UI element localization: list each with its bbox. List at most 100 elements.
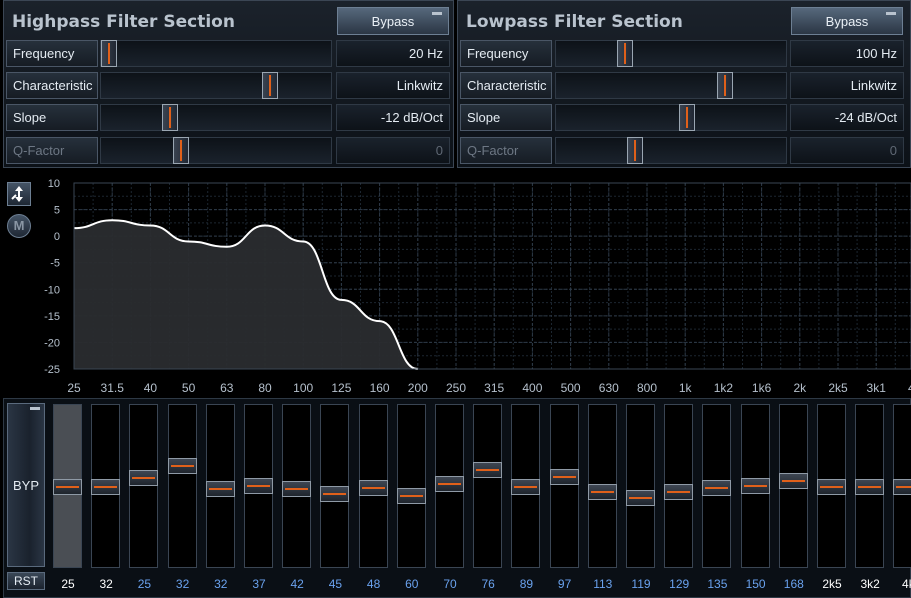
eq-band-slider[interactable] xyxy=(167,404,197,568)
bypass-led-icon xyxy=(30,407,40,410)
eq-band-slider[interactable] xyxy=(778,404,808,568)
eq-band-thumb[interactable] xyxy=(893,479,911,495)
eq-band-thumb[interactable] xyxy=(817,479,846,495)
bypass-led-icon xyxy=(886,12,896,15)
eq-band-thumb[interactable] xyxy=(702,480,732,497)
eq-band-label: 42 xyxy=(290,577,304,591)
eq-band-label: 32 xyxy=(99,577,113,591)
eq-band-slider[interactable] xyxy=(129,404,159,568)
eq-band-slider[interactable] xyxy=(702,404,732,568)
eq-band-slider[interactable] xyxy=(91,404,121,568)
frequency-response-graph: 1050-5-10-15-20-2525 31.5 40 50 63 80 100 125 16… xyxy=(44,178,911,395)
lowpass-row-value: -24 dB/Oct xyxy=(790,104,904,131)
eq-band-thumb[interactable] xyxy=(855,479,885,495)
eq-band-thumb[interactable] xyxy=(511,479,541,495)
eq-band-thumb[interactable] xyxy=(473,462,503,479)
eq-band-slider[interactable] xyxy=(549,404,579,568)
eq-band-thumb[interactable] xyxy=(167,458,197,474)
slider-thumb[interactable] xyxy=(617,40,633,67)
eq-band-slider[interactable] xyxy=(53,404,82,568)
eq-band-thumb[interactable] xyxy=(740,477,770,494)
highpass-row-label: Characteristic xyxy=(6,72,98,99)
highpass-row-slider[interactable] xyxy=(100,72,332,99)
lowpass-row-slider[interactable] xyxy=(555,72,787,99)
eq-band-slider[interactable] xyxy=(817,404,846,568)
eq-band-thumb[interactable] xyxy=(282,480,312,497)
eq-band-thumb[interactable] xyxy=(129,470,159,486)
eq-band-label: 32 xyxy=(175,577,190,591)
eq-band-slider[interactable] xyxy=(358,404,388,568)
eq-band-thumb[interactable] xyxy=(205,480,235,497)
eq-band-thumb[interactable] xyxy=(549,469,579,486)
eq-band-thumb[interactable] xyxy=(435,476,464,492)
eq-band-label: 48 xyxy=(366,577,381,591)
slider-thumb[interactable] xyxy=(679,104,695,131)
highpass-row-label: Q-Factor xyxy=(6,137,98,164)
eq-band-thumb[interactable] xyxy=(91,479,121,495)
eq-band-slider[interactable] xyxy=(740,404,770,568)
eq-reset-button[interactable]: RST xyxy=(7,572,45,590)
lowpass-bypass-label: Bypass xyxy=(825,14,869,29)
x-tick-label: 50 xyxy=(182,381,196,395)
eq-band-slider[interactable] xyxy=(626,404,655,568)
eq-band-label: 129 xyxy=(669,577,690,591)
eq-band-label: 97 xyxy=(557,577,572,591)
eq-band-slider[interactable] xyxy=(244,404,273,568)
highpass-row-value: 0 xyxy=(336,137,450,164)
eq-band-label: 2k5 xyxy=(822,577,842,591)
bypass-led-icon xyxy=(432,12,442,15)
highpass-row-value: Linkwitz xyxy=(336,72,450,99)
slider-thumb[interactable] xyxy=(262,72,278,99)
eq-band-label: 76 xyxy=(481,577,495,591)
eq-band-label: 37 xyxy=(252,577,266,591)
eq-bypass-button[interactable]: BYP xyxy=(7,403,45,567)
highpass-bypass-label: Bypass xyxy=(371,14,415,29)
eq-band-slider[interactable] xyxy=(893,404,911,568)
slider-thumb[interactable] xyxy=(162,104,178,131)
eq-band-thumb[interactable] xyxy=(778,473,808,489)
lowpass-row-slider[interactable] xyxy=(555,104,787,131)
x-tick-label: 2k xyxy=(793,381,807,395)
eq-band-slider[interactable] xyxy=(664,404,694,568)
highpass-bypass-button[interactable]: Bypass xyxy=(337,7,449,35)
eq-band-slider[interactable] xyxy=(396,404,426,568)
eq-band-slider[interactable] xyxy=(320,404,350,568)
eq-band-thumb[interactable] xyxy=(396,488,426,504)
slider-thumb[interactable] xyxy=(101,40,117,67)
lowpass-row-label: Frequency xyxy=(460,40,552,67)
highpass-row-slider[interactable] xyxy=(100,40,332,67)
y-tick-label: -5 xyxy=(50,258,60,270)
eq-band-label: 168 xyxy=(783,577,804,591)
eq-band-thumb[interactable] xyxy=(664,484,694,501)
eq-band-thumb[interactable] xyxy=(244,477,273,494)
x-tick-label: 250 xyxy=(446,381,466,395)
x-tick-label: 1k2 xyxy=(714,381,734,395)
eq-band-slider[interactable] xyxy=(205,404,235,568)
eq-band-thumb[interactable] xyxy=(587,483,617,500)
eq-band-thumb[interactable] xyxy=(626,489,655,506)
slider-thumb[interactable] xyxy=(717,72,733,99)
x-tick-label: 500 xyxy=(561,381,581,395)
eq-band-slider[interactable] xyxy=(282,404,312,568)
eq-band-slider[interactable] xyxy=(587,404,617,568)
eq-band-slider[interactable] xyxy=(855,404,885,568)
eq-band-slider[interactable] xyxy=(511,404,541,568)
eq-band-label: 25 xyxy=(137,577,152,591)
x-tick-label: 1k6 xyxy=(752,381,772,395)
eq-band-thumb[interactable] xyxy=(320,486,350,503)
y-tick-label: 5 xyxy=(54,205,60,217)
lowpass-row-label: Q-Factor xyxy=(460,137,552,164)
eq-band-slider[interactable] xyxy=(435,404,464,568)
x-tick-label: 800 xyxy=(637,381,657,395)
x-tick-label: 2k5 xyxy=(828,381,848,395)
lowpass-bypass-button[interactable]: Bypass xyxy=(791,7,903,35)
eq-band-label: 3k2 xyxy=(860,577,880,591)
highpass-row-slider[interactable] xyxy=(100,104,332,131)
eq-band-thumb[interactable] xyxy=(53,479,82,495)
lowpass-row-slider[interactable] xyxy=(555,40,787,67)
eq-band-slider[interactable] xyxy=(473,404,503,568)
highpass-title: Highpass Filter Section xyxy=(12,12,235,32)
response-area xyxy=(74,220,418,369)
x-tick-label: 80 xyxy=(258,381,272,395)
eq-band-thumb[interactable] xyxy=(358,480,388,497)
